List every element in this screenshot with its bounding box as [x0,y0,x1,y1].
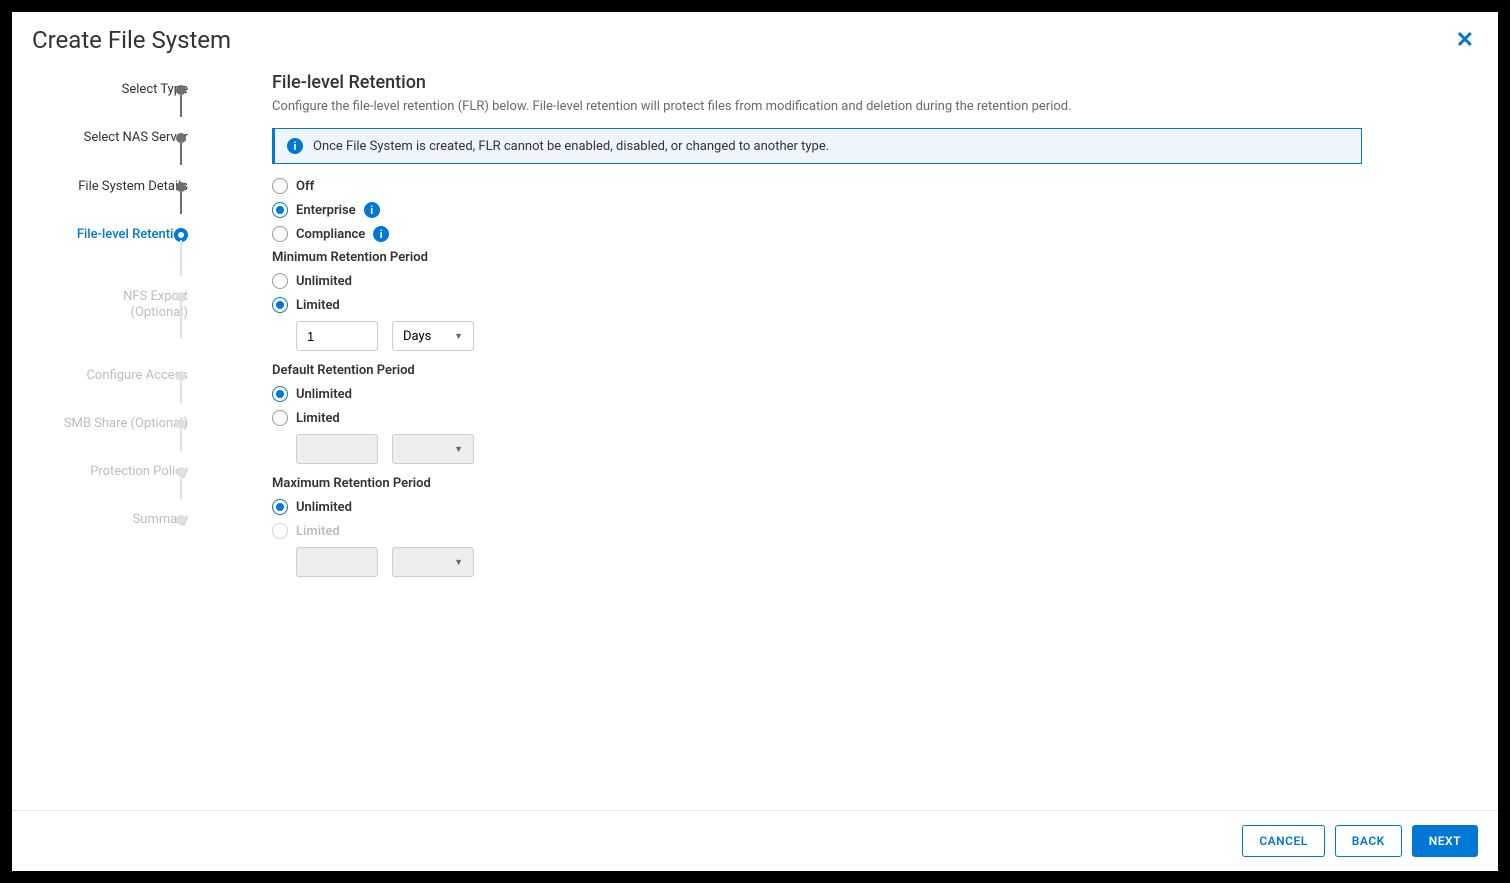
dialog-body: Select Type Select NAS Server File Syste… [12,64,1498,810]
step-file-level-retention[interactable]: File-level Retention [12,227,242,243]
min-retention-value-input[interactable] [296,321,378,351]
dialog-footer: CANCEL BACK NEXT [12,810,1498,871]
max-retention-unit-select: ▼ [392,547,474,577]
wizard-content: File-level Retention Configure the file-… [242,64,1498,810]
radio-icon[interactable] [272,226,288,242]
step-file-system-details[interactable]: File System Details [12,179,242,195]
content-subtitle: Configure the file-level retention (FLR)… [272,99,1362,114]
step-node-icon [176,371,186,381]
min-retention-limited[interactable]: Limited [272,297,1362,313]
radio-icon[interactable] [272,297,288,313]
step-configure-access: Configure Access [12,368,242,384]
next-button[interactable]: NEXT [1412,825,1478,857]
max-retention-limited: Limited [272,523,1362,539]
step-select-type[interactable]: Select Type [12,82,242,98]
dialog-header: Create File System ✕ [12,12,1498,64]
radio-icon[interactable] [272,410,288,426]
create-file-system-dialog: Create File System ✕ Select Type Select … [12,12,1498,871]
cancel-button[interactable]: CANCEL [1242,825,1324,857]
chevron-down-icon: ▼ [454,557,463,568]
max-retention-label: Maximum Retention Period [272,476,1362,491]
max-retention-unlimited[interactable]: Unlimited [272,499,1362,515]
step-smb-share: SMB Share (Optional) [12,416,242,432]
dialog-title: Create File System [32,26,231,54]
back-button[interactable]: BACK [1335,825,1402,857]
step-node-icon [176,182,186,192]
flr-option-off[interactable]: Off [272,178,1362,194]
radio-icon[interactable] [272,178,288,194]
default-retention-value-input [296,434,378,464]
wizard-stepper: Select Type Select NAS Server File Syste… [12,64,242,810]
flr-option-compliance[interactable]: Compliance i [272,226,1362,242]
step-protection-policy: Protection Policy [12,464,242,480]
step-select-nas-server[interactable]: Select NAS Server [12,130,242,146]
flr-option-enterprise[interactable]: Enterprise i [272,202,1362,218]
max-retention-inputs: ▼ [296,547,1362,577]
min-retention-unit-select[interactable]: Days ▼ [392,321,474,351]
info-banner-text: Once File System is created, FLR cannot … [313,139,829,154]
step-node-icon [176,85,186,95]
radio-icon[interactable] [272,273,288,289]
content-heading: File-level Retention [272,72,1362,93]
info-icon: i [287,138,303,154]
min-retention-inputs: Days ▼ [296,321,1362,351]
step-node-icon [176,292,186,302]
default-retention-unlimited[interactable]: Unlimited [272,386,1362,402]
close-icon[interactable]: ✕ [1452,28,1478,53]
min-retention-label: Minimum Retention Period [272,250,1362,265]
min-retention-unlimited[interactable]: Unlimited [272,273,1362,289]
radio-icon[interactable] [272,202,288,218]
max-retention-value-input [296,547,378,577]
info-icon[interactable]: i [373,226,389,242]
info-icon[interactable]: i [364,202,380,218]
default-retention-label: Default Retention Period [272,363,1362,378]
chevron-down-icon: ▼ [454,444,463,455]
step-node-icon [176,419,186,429]
step-nfs-export: NFS Export (Optional) [12,289,242,322]
step-node-icon [176,467,186,477]
radio-icon[interactable] [272,386,288,402]
chevron-down-icon: ▼ [454,331,463,342]
step-summary: Summary [12,512,242,528]
default-retention-limited[interactable]: Limited [272,410,1362,426]
default-retention-unit-select: ▼ [392,434,474,464]
radio-icon [272,523,288,539]
radio-icon[interactable] [272,499,288,515]
default-retention-inputs: ▼ [296,434,1362,464]
info-banner: i Once File System is created, FLR canno… [272,128,1362,164]
